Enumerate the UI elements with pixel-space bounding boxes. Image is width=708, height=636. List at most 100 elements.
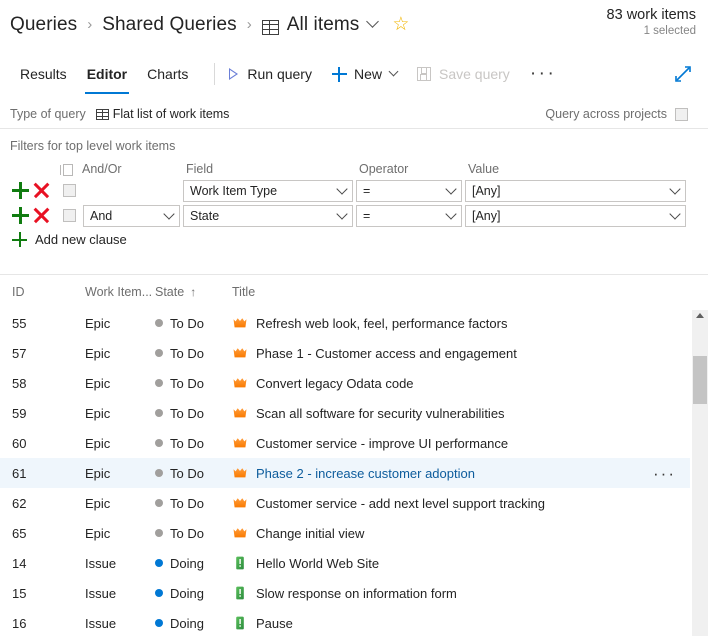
chevron-down-icon[interactable] (366, 14, 380, 28)
cell-state: Doing (155, 556, 204, 571)
cell-title[interactable]: Refresh web look, feel, performance fact… (232, 315, 507, 331)
expand-icon[interactable] (672, 63, 694, 85)
cell-state: Doing (155, 616, 204, 631)
cell-title[interactable]: Pause (232, 615, 293, 631)
toolbar-divider (214, 63, 216, 85)
column-header-id[interactable]: ID (12, 285, 25, 299)
add-new-clause-button[interactable]: Add new clause (12, 232, 127, 247)
work-item-title-link[interactable]: Slow response on information form (256, 586, 457, 601)
run-query-button[interactable]: Run query (229, 66, 312, 82)
cell-state: To Do (155, 526, 204, 541)
work-item-title-link[interactable]: Hello World Web Site (256, 556, 379, 571)
cell-work-item-type: Epic (85, 465, 111, 481)
filter-value-select[interactable]: [Any] (465, 205, 686, 227)
table-row[interactable]: 58 Epic To Do Convert legacy Odata code (0, 368, 690, 398)
state-dot-icon (155, 559, 163, 567)
tab-charts[interactable]: Charts (137, 52, 198, 96)
breadcrumb-shared-queries[interactable]: Shared Queries (102, 14, 236, 36)
add-clause-icon[interactable] (12, 182, 29, 199)
filter-value-select[interactable]: [Any] (465, 180, 686, 202)
add-new-clause-label: Add new clause (35, 232, 127, 247)
table-row[interactable]: 14 Issue Doing Hello World Web Site (0, 548, 690, 578)
work-item-grid: 55 Epic To Do Refresh web look, feel, perfo… (0, 308, 690, 636)
query-type-value[interactable]: Flat list of work items (95, 107, 229, 121)
filter-field-select[interactable]: State (183, 205, 353, 227)
add-clause-icon[interactable] (12, 207, 29, 224)
work-item-title-link[interactable]: Customer service - add next level suppor… (256, 496, 545, 511)
table-row[interactable]: 61 Epic To Do Phase 2 - increase customer a… (0, 458, 690, 488)
filter-row-checkbox[interactable] (63, 209, 76, 222)
table-row[interactable]: 55 Epic To Do Refresh web look, feel, perfo… (0, 308, 690, 338)
cell-title[interactable]: Phase 2 - increase customer adoption (232, 465, 475, 481)
cell-title[interactable]: Hello World Web Site (232, 555, 379, 571)
work-item-title-link[interactable]: Convert legacy Odata code (256, 376, 414, 391)
delete-clause-icon[interactable] (33, 182, 50, 199)
columns-options-icon[interactable] (60, 164, 73, 176)
tab-editor[interactable]: Editor (77, 52, 137, 96)
cell-work-item-type: Epic (85, 315, 111, 331)
table-row[interactable]: 57 Epic To Do Phase 1 - Customer access and… (0, 338, 690, 368)
cell-title[interactable]: Phase 1 - Customer access and engagement (232, 345, 517, 361)
scrollbar-thumb[interactable] (693, 356, 707, 404)
filter-andor-select[interactable]: And (83, 205, 180, 227)
breadcrumb-queries[interactable]: Queries (10, 14, 77, 36)
work-item-title-link[interactable]: Pause (256, 616, 293, 631)
filter-header-field: Field (186, 162, 214, 176)
table-row[interactable]: 62 Epic To Do Customer service - add next l… (0, 488, 690, 518)
chevron-down-icon[interactable] (388, 66, 399, 76)
chevron-down-icon (445, 208, 457, 220)
epic-crown-icon (233, 408, 247, 418)
chevron-down-icon (163, 208, 175, 220)
cell-state: To Do (155, 436, 204, 451)
chevron-down-icon (336, 208, 348, 220)
state-dot-icon (155, 379, 163, 387)
work-item-title-link[interactable]: Scan all software for security vulnerabi… (256, 406, 505, 421)
cell-title[interactable]: Slow response on information form (232, 585, 457, 601)
work-item-title-link[interactable]: Phase 2 - increase customer adoption (256, 466, 475, 481)
chevron-down-icon (445, 183, 457, 195)
cell-title[interactable]: Scan all software for security vulnerabi… (232, 405, 505, 421)
table-row[interactable]: 59 Epic To Do Scan all software for securit… (0, 398, 690, 428)
cell-state: To Do (155, 466, 204, 481)
state-dot-icon (155, 349, 163, 357)
breadcrumb-all-items[interactable]: All items (287, 14, 360, 36)
row-context-menu-button[interactable]: ··· (653, 465, 676, 482)
cell-title[interactable]: Convert legacy Odata code (232, 375, 414, 391)
cell-id: 65 (12, 525, 27, 541)
toolbar: Results Editor Charts Run query New Save… (0, 52, 708, 96)
table-row[interactable]: 65 Epic To Do Change initial view (0, 518, 690, 548)
filter-operator-select[interactable]: = (356, 205, 462, 227)
work-item-title-link[interactable]: Customer service - improve UI performanc… (256, 436, 508, 451)
column-header-work-item-type[interactable]: Work Item... (85, 285, 152, 299)
epic-crown-icon (233, 378, 247, 388)
query-across-projects: Query across projects (545, 107, 696, 121)
table-row[interactable]: 15 Issue Doing Slow response on information… (0, 578, 690, 608)
filter-row-checkbox[interactable] (63, 184, 76, 197)
breadcrumb: Queries › Shared Queries › All items ☆ (0, 0, 708, 50)
filter-field-select[interactable]: Work Item Type (183, 180, 353, 202)
filter-operator-select[interactable]: = (356, 180, 462, 202)
work-item-title-link[interactable]: Phase 1 - Customer access and engagement (256, 346, 517, 361)
table-row[interactable]: 16 Issue Doing Pause (0, 608, 690, 636)
vertical-scrollbar[interactable] (692, 310, 708, 636)
new-button[interactable]: New (331, 66, 399, 82)
cell-state-label: To Do (170, 495, 204, 511)
more-commands-button[interactable]: ··· (530, 63, 556, 85)
delete-clause-icon[interactable] (33, 207, 50, 224)
query-across-projects-checkbox[interactable] (675, 107, 688, 121)
column-header-state[interactable]: State ↑ (155, 285, 196, 299)
epic-crown-icon (233, 438, 247, 448)
cell-title[interactable]: Customer service - add next level suppor… (232, 495, 545, 511)
favorite-star-icon[interactable]: ☆ (392, 15, 409, 34)
query-type-label: Type of query (10, 107, 86, 121)
cell-title[interactable]: Customer service - improve UI performanc… (232, 435, 508, 451)
state-dot-icon (155, 439, 163, 447)
table-row[interactable]: 60 Epic To Do Customer service - improve UI… (0, 428, 690, 458)
cell-work-item-type: Issue (85, 555, 117, 571)
column-header-title[interactable]: Title (232, 285, 255, 299)
cell-title[interactable]: Change initial view (232, 525, 364, 541)
work-item-title-link[interactable]: Refresh web look, feel, performance fact… (256, 316, 507, 331)
tab-results[interactable]: Results (10, 52, 77, 96)
scroll-up-arrow-icon[interactable] (696, 313, 704, 318)
work-item-title-link[interactable]: Change initial view (256, 526, 364, 541)
